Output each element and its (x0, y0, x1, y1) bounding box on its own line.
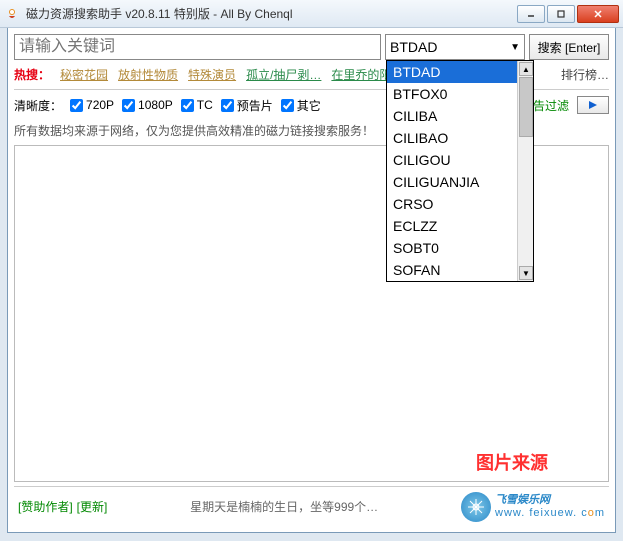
scroll-down-icon[interactable]: ▼ (519, 266, 533, 280)
search-button[interactable]: 搜索 [Enter] (529, 34, 609, 60)
minimize-button[interactable] (517, 5, 545, 23)
hot-link[interactable]: 放射性物质 (118, 66, 178, 83)
watermark-text: 图片来源 (476, 449, 548, 475)
clarity-label: 清晰度： (14, 97, 62, 114)
filter-tc[interactable]: TC (181, 98, 213, 112)
close-button[interactable] (577, 5, 619, 23)
hot-link[interactable]: 秘密花园 (60, 66, 108, 83)
source-select[interactable]: BTDAD ▼ (385, 34, 525, 60)
dropdown-option[interactable]: SOFAN (387, 259, 533, 281)
brand-badge: 飞雪娱乐网 www. feixuew. com (461, 492, 605, 522)
ad-filter-toggle[interactable] (577, 96, 609, 114)
dropdown-option[interactable]: BTDAD (387, 61, 533, 83)
dropdown-scrollbar[interactable]: ▲ ▼ (517, 61, 533, 281)
brand-logo-icon (461, 492, 491, 522)
hot-link[interactable]: 特殊演员 (188, 66, 236, 83)
source-selected-text: BTDAD (390, 39, 437, 55)
window-title: 磁力资源搜索助手 v20.8.11 特别版 - All By Chenql (26, 5, 517, 22)
hot-search-label: 热搜： (14, 66, 50, 83)
dropdown-option[interactable]: BTFOX0 (387, 83, 533, 105)
dropdown-option[interactable]: CILIBA (387, 105, 533, 127)
dropdown-option[interactable]: CRSO (387, 193, 533, 215)
brand-url: www. feixuew. com (495, 507, 605, 519)
dropdown-option[interactable]: SOBT0 (387, 237, 533, 259)
search-input[interactable] (14, 34, 381, 60)
filter-720p[interactable]: 720P (70, 98, 114, 112)
filter-trailer[interactable]: 预告片 (221, 97, 273, 114)
footer: [赞助作者] [更新] 星期天是楠楠的生日，坐等999个… 飞雪娱乐网 www.… (14, 486, 609, 526)
scroll-thumb[interactable] (519, 77, 533, 137)
chevron-down-icon: ▼ (510, 42, 520, 53)
brand-name: 飞雪娱乐网 (495, 494, 605, 506)
sponsor-link[interactable]: [赞助作者] (18, 498, 73, 515)
app-icon (4, 6, 20, 22)
dropdown-option[interactable]: CILIGUANJIA (387, 171, 533, 193)
ranking-link[interactable]: 排行榜… (561, 66, 609, 83)
dropdown-option[interactable]: ECLZZ (387, 215, 533, 237)
filter-other[interactable]: 其它 (281, 97, 321, 114)
status-text: 星期天是楠楠的生日，坐等999个… (113, 498, 455, 515)
scroll-up-icon[interactable]: ▲ (519, 62, 533, 76)
titlebar: 磁力资源搜索助手 v20.8.11 特别版 - All By Chenql (0, 0, 623, 28)
update-link[interactable]: [更新] (77, 498, 108, 515)
maximize-button[interactable] (547, 5, 575, 23)
filter-1080p[interactable]: 1080P (122, 98, 173, 112)
dropdown-option[interactable]: CILIBAO (387, 127, 533, 149)
hot-link[interactable]: 孤立/抽尸剥… (246, 66, 321, 83)
source-dropdown[interactable]: BTDADBTFOX0CILIBACILIBAOCILIGOUCILIGUANJ… (386, 60, 534, 282)
dropdown-option[interactable]: CILIGOU (387, 149, 533, 171)
